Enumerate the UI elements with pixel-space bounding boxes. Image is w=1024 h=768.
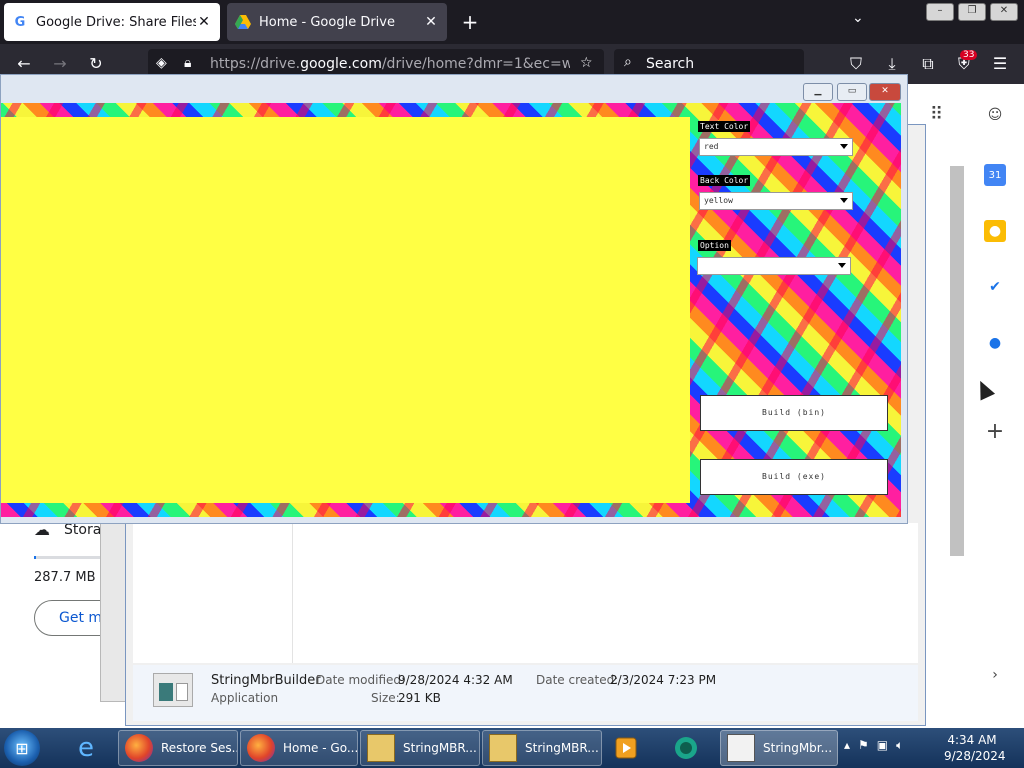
size-label: Size: bbox=[371, 691, 400, 705]
menu-icon[interactable]: ☰ bbox=[988, 52, 1012, 76]
google-apps-icon[interactable]: ⠿ bbox=[930, 104, 943, 125]
action-center-flag-icon[interactable]: ⚑ bbox=[858, 738, 869, 753]
system-tray: ▴ ⚑ ▣ 🔈︎ bbox=[844, 738, 903, 753]
application-file-icon bbox=[153, 673, 193, 707]
date-modified-value: 9/28/2024 4:32 AM bbox=[398, 673, 513, 687]
taskbar-button-restore-session[interactable]: Restore Ses... bbox=[118, 730, 238, 766]
string-mbr-builder-window: ▁ ▭ ✕ Text Color red Back Color yellow O… bbox=[0, 74, 908, 524]
internet-explorer-icon[interactable]: e bbox=[70, 732, 102, 764]
preview-canvas bbox=[1, 117, 690, 503]
close-tab-icon[interactable]: ✕ bbox=[423, 14, 439, 30]
tab-label: Google Drive: Share Files Online bbox=[36, 14, 196, 30]
list-all-tabs-icon[interactable]: ⌄ bbox=[852, 10, 864, 26]
firefox-icon bbox=[247, 734, 275, 762]
extension-badge: 33 bbox=[960, 50, 978, 60]
tab-label: Home - Google Drive bbox=[259, 14, 395, 30]
close-window-button[interactable]: ✕ bbox=[990, 3, 1018, 21]
date-modified-label: Date modified: bbox=[316, 673, 406, 687]
restore-window-button[interactable]: ❐ bbox=[958, 3, 986, 21]
tasks-icon[interactable]: ✔ bbox=[984, 276, 1006, 298]
bookmark-star-icon[interactable]: ☆ bbox=[580, 55, 593, 71]
taskbar-label: StringMBR... bbox=[525, 741, 599, 755]
tab-google-drive-share[interactable]: G Google Drive: Share Files Online ✕ bbox=[4, 3, 220, 41]
back-arrow-icon[interactable]: ← bbox=[12, 52, 36, 76]
clock-time: 4:34 AM bbox=[947, 733, 997, 747]
app-maximize-button[interactable]: ▭ bbox=[837, 83, 867, 101]
start-button[interactable]: ⊞ bbox=[4, 730, 40, 766]
build-bin-button[interactable]: Build (bin) bbox=[700, 395, 888, 431]
expand-panel-icon[interactable]: › bbox=[984, 664, 1006, 686]
chevron-down-icon bbox=[840, 144, 848, 149]
forward-arrow-icon[interactable]: → bbox=[48, 52, 72, 76]
text-color-label: Text Color bbox=[698, 121, 751, 132]
clock-date: 9/28/2024 bbox=[944, 749, 1006, 763]
file-name: StringMbrBuilder bbox=[211, 673, 321, 688]
close-tab-icon[interactable]: ✕ bbox=[196, 14, 212, 30]
taskbar-button-home-google[interactable]: Home - Go... bbox=[240, 730, 358, 766]
storage-used-text: 287.7 MB o bbox=[34, 570, 108, 585]
tracking-protection-icon[interactable]: ◈ bbox=[156, 55, 167, 71]
drive-side-panel: ☺ 31 ● ✔ ● + › bbox=[968, 84, 1024, 728]
url-text[interactable]: https://drive.google.com/drive/home?dmr=… bbox=[210, 56, 570, 72]
date-created-label: Date created: bbox=[536, 673, 619, 687]
tab-home-google-drive[interactable]: Home - Google Drive ✕ bbox=[227, 3, 447, 41]
calendar-icon[interactable]: 31 bbox=[984, 164, 1006, 186]
application-icon bbox=[727, 734, 755, 762]
get-addons-icon[interactable]: + bbox=[984, 419, 1006, 444]
size-value: 291 KB bbox=[398, 691, 441, 705]
extensions-icon[interactable]: ⧉ bbox=[916, 52, 940, 76]
browser-tab-strip: G Google Drive: Share Files Online ✕ Hom… bbox=[0, 0, 1024, 44]
contacts-icon[interactable]: ● bbox=[984, 332, 1006, 354]
folder-icon bbox=[489, 734, 517, 762]
show-hidden-icons-icon[interactable]: ▴ bbox=[844, 738, 850, 753]
new-tab-icon[interactable]: + bbox=[458, 8, 482, 36]
date-created-value: 2/3/2024 7:23 PM bbox=[610, 673, 717, 687]
background-window-edge bbox=[100, 520, 128, 702]
minimize-window-button[interactable]: – bbox=[926, 3, 954, 21]
reload-icon[interactable]: ↻ bbox=[84, 52, 108, 76]
taskbar-button-stringmbr-folder-1[interactable]: StringMBR... bbox=[360, 730, 480, 766]
search-placeholder: Search bbox=[646, 56, 695, 72]
drive-favicon-icon bbox=[235, 14, 251, 30]
volume-muted-icon[interactable]: 🔈︎ bbox=[896, 738, 903, 753]
details-pane: StringMbrBuilder Application Date modifi… bbox=[133, 665, 918, 721]
explorer-divider bbox=[292, 523, 293, 663]
build-exe-button[interactable]: Build (exe) bbox=[700, 459, 888, 495]
taskbar-button-stringmbr-folder-2[interactable]: StringMBR... bbox=[482, 730, 602, 766]
app-minimize-button[interactable]: ▁ bbox=[803, 83, 833, 101]
back-color-label: Back Color bbox=[698, 175, 751, 186]
taskbar-label: StringMbr... bbox=[763, 741, 833, 755]
firefox-icon bbox=[125, 734, 153, 762]
chevron-down-icon bbox=[840, 198, 848, 203]
file-type: Application bbox=[211, 691, 279, 705]
text-color-select[interactable]: red bbox=[699, 138, 853, 156]
downloads-icon[interactable]: ⤓ bbox=[880, 52, 904, 76]
search-icon: ⌕ bbox=[624, 54, 632, 70]
chevron-down-icon bbox=[838, 263, 846, 268]
option-select[interactable] bbox=[697, 257, 851, 275]
taskbar-label: Restore Ses... bbox=[161, 741, 238, 755]
text-color-value: red bbox=[704, 142, 719, 151]
network-icon[interactable]: ▣ bbox=[877, 738, 888, 753]
keep-icon[interactable]: ● bbox=[984, 220, 1006, 242]
media-player-icon[interactable] bbox=[610, 732, 642, 764]
explorer-file-area[interactable] bbox=[133, 523, 918, 663]
pocket-icon[interactable]: ⛉ bbox=[844, 52, 868, 76]
folder-icon bbox=[367, 734, 395, 762]
drive-scrollbar[interactable] bbox=[950, 166, 964, 556]
taskbar-label: StringMBR... bbox=[403, 741, 477, 755]
back-color-value: yellow bbox=[704, 196, 733, 205]
system-clock[interactable]: 4:34 AM 9/28/2024 bbox=[944, 732, 1006, 764]
storage-progress-bar bbox=[34, 556, 104, 559]
taskbar-label: Home - Go... bbox=[283, 741, 358, 755]
google-favicon-icon: G bbox=[14, 14, 26, 30]
windows-taskbar: ⊞ e Restore Ses... Home - Go... StringMB… bbox=[0, 728, 1024, 768]
taskbar-button-stringmbr-app[interactable]: StringMbr... bbox=[720, 730, 838, 766]
account-icon[interactable]: ☺ bbox=[984, 104, 1006, 126]
back-color-select[interactable]: yellow bbox=[699, 192, 853, 210]
app-close-button[interactable]: ✕ bbox=[869, 83, 901, 101]
option-label: Option bbox=[698, 240, 731, 251]
lock-icon[interactable]: 🔒︎ bbox=[184, 55, 191, 71]
app-bubble-icon[interactable] bbox=[670, 732, 702, 764]
